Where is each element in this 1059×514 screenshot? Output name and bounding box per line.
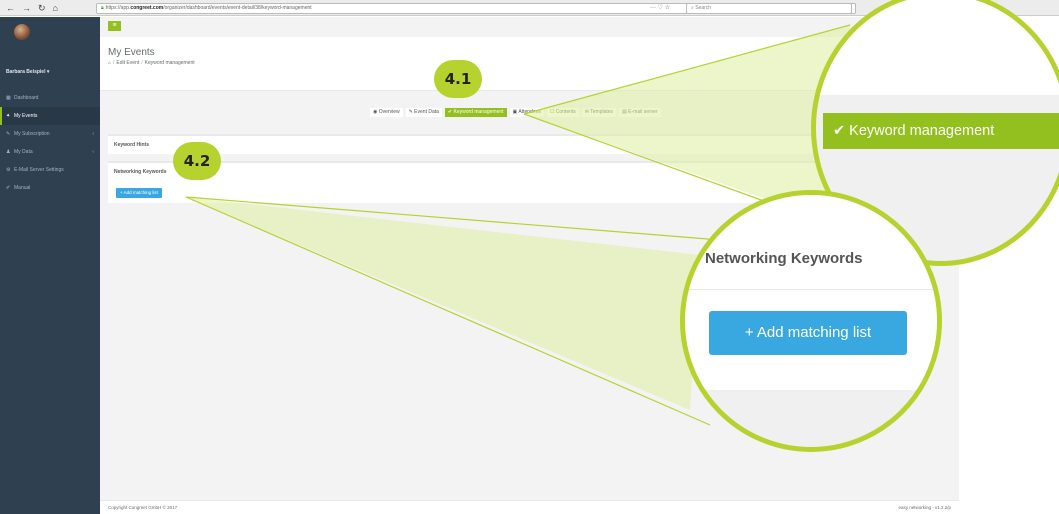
url-path: /organizer/dashboard/events/event-detail… <box>163 5 312 11</box>
page-title: My Events <box>108 47 155 58</box>
chevron-left-icon: ‹ <box>92 149 94 155</box>
url-domain: congreet.com <box>130 5 164 11</box>
browser-nav: ← → ↻ ⌂ <box>6 3 58 13</box>
tab-keyword-management[interactable]: ✔ Keyword management <box>444 108 507 117</box>
add-matching-list-button[interactable]: + Add matching list <box>116 188 162 198</box>
sidebar-nav: ▦ Dashboard ✦ My Events ✎ My Subscription ‹ … <box>0 89 100 197</box>
avatar[interactable] <box>14 24 30 40</box>
event-tabs: ◉ Overview ✎ Event Data ✔ Keyword manage… <box>370 108 661 117</box>
menu-toggle-button[interactable]: ≡ <box>108 21 121 31</box>
sidebar-item-label: My Subscription <box>14 131 50 137</box>
zoomed-add-matching-list-button[interactable]: + Add matching list <box>709 311 907 355</box>
sidebar-item-label: E-Mail Server Settings <box>14 167 64 173</box>
sidebar-item-email-server-settings[interactable]: ⚙ E-Mail Server Settings <box>0 161 100 179</box>
zoom-callout-add-matching-list: Networking Keywords + Add matching list <box>680 190 942 452</box>
sidebar-item-my-subscription[interactable]: ✎ My Subscription ‹ <box>0 125 100 143</box>
home-icon[interactable]: ⌂ <box>108 60 111 66</box>
sidebar-item-my-events[interactable]: ✦ My Events <box>0 107 100 125</box>
footer: Copyright Congreet GmbH © 2017 easy netw… <box>100 500 959 514</box>
copyright-text: Copyright Congreet GmbH © 2017 <box>108 505 178 510</box>
sidebar-item-manual[interactable]: ✐ Manual <box>0 179 100 197</box>
chevron-left-icon: ‹ <box>92 131 94 137</box>
sidebar-item-label: My Events <box>14 113 38 119</box>
lock-icon: 🔒︎ <box>101 5 104 11</box>
events-icon: ✦ <box>6 113 11 119</box>
tab-contents[interactable]: ☐ Contents <box>546 108 579 117</box>
sidebar-item-dashboard[interactable]: ▦ Dashboard <box>0 89 100 107</box>
gear-icon: ⚙ <box>6 167 11 173</box>
zoomed-networking-keywords-title: Networking Keywords <box>705 250 863 267</box>
back-icon[interactable]: ← <box>6 3 15 13</box>
breadcrumb-edit-event[interactable]: Edit Event <box>116 60 139 66</box>
manual-icon: ✐ <box>6 185 11 191</box>
home-icon[interactable]: ⌂ <box>53 3 58 13</box>
breadcrumb: ⌂ / Edit Event / Keyword management <box>108 60 195 66</box>
forward-icon[interactable]: → <box>22 3 31 13</box>
edit-icon: ✎ <box>6 131 11 137</box>
tab-templates[interactable]: ✉ Templates <box>581 108 617 117</box>
version-text: easy networking - v1.2.2/p <box>898 505 951 510</box>
tab-email-server[interactable]: ▤ E-mail server <box>619 108 661 117</box>
sidebar-item-my-data[interactable]: ♟ My Data ‹ <box>0 143 100 161</box>
step-badge-4-1: 4.1 <box>434 60 482 98</box>
dashboard-icon: ▦ <box>6 95 11 101</box>
user-icon: ♟ <box>6 149 11 155</box>
url-prefix: https://app. <box>105 5 131 11</box>
sidebar-item-label: Manual <box>14 185 31 191</box>
tab-attendees[interactable]: ▣ Attendees <box>509 108 544 117</box>
search-placeholder: Search <box>695 5 712 11</box>
zoomed-keyword-management-tab[interactable]: ✔ Keyword management <box>823 113 1059 149</box>
breadcrumb-keyword-management: Keyword management <box>144 60 195 66</box>
sidebar: Barbara Beispiel ▾ ▦ Dashboard ✦ My Events… <box>0 17 100 514</box>
tab-event-data[interactable]: ✎ Event Data <box>405 108 442 117</box>
user-menu[interactable]: Barbara Beispiel ▾ <box>6 69 49 75</box>
step-badge-4-2: 4.2 <box>173 142 221 180</box>
tab-overview[interactable]: ◉ Overview <box>370 108 403 117</box>
sidebar-item-label: Dashboard <box>14 95 39 101</box>
sidebar-item-label: My Data <box>14 149 33 155</box>
page-actions[interactable]: ··· ♡ ☆ <box>650 4 670 11</box>
reload-icon[interactable]: ↻ <box>38 3 46 13</box>
